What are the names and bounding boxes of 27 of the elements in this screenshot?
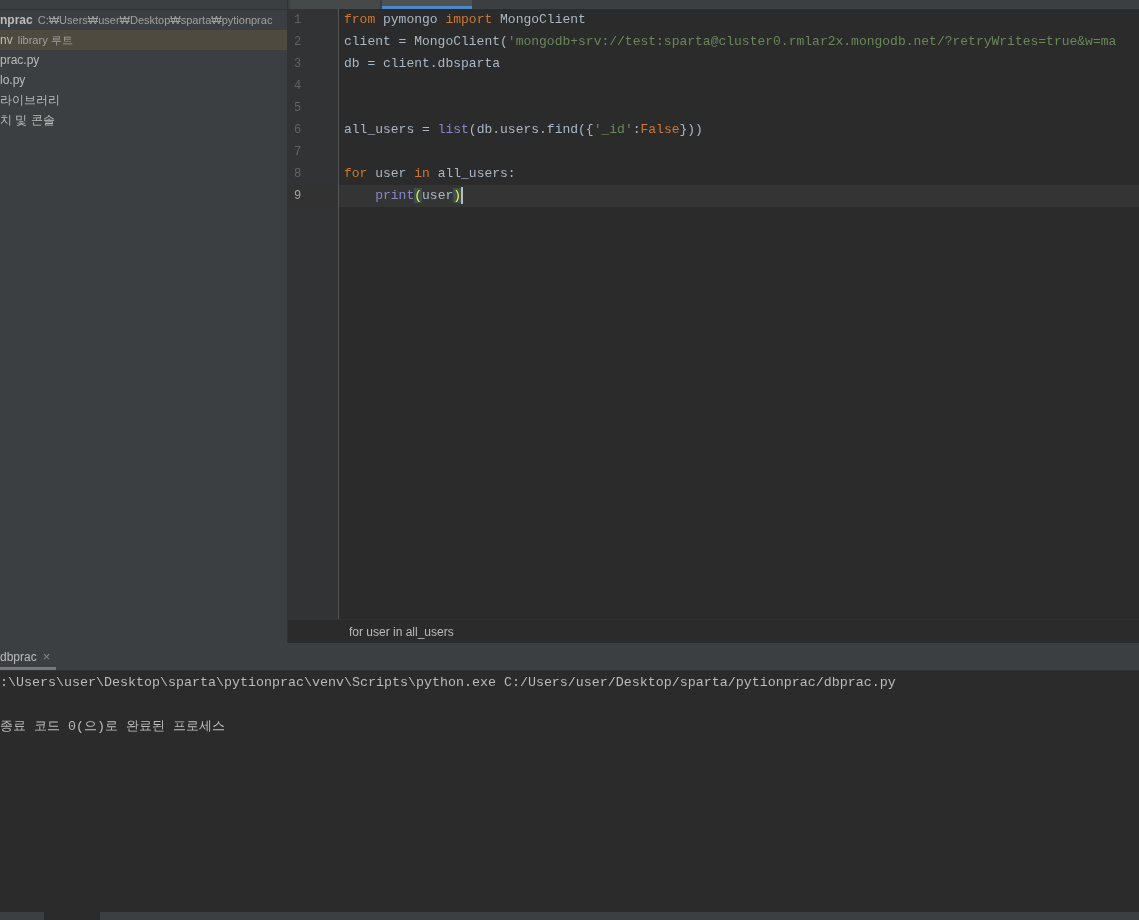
code-line: all_users = list(db.users.find({'_id':False})) [344, 122, 703, 137]
text-caret [461, 187, 464, 205]
code-line: print(user) [374, 188, 462, 203]
code-line: db = client.dbsparta [344, 56, 501, 71]
tree-label: nv [0, 33, 13, 47]
tree-row[interactable]: nprac C:₩Users₩user₩Desktop₩sparta₩pytionprac [0, 10, 287, 30]
code-line: from pymongo import MongoClient [344, 12, 586, 27]
close-icon[interactable]: × [42, 646, 51, 667]
tree-label: 라이브러리 [0, 93, 60, 107]
tree-row[interactable]: nv library 루트 [0, 30, 287, 50]
root-note: library 루트 [17, 34, 73, 46]
editor-tab[interactable] [382, 0, 472, 9]
tree-row[interactable]: 라이브러리 [0, 90, 287, 110]
tree-row[interactable]: 치 및 콘솔 [0, 110, 287, 130]
tree-row[interactable]: lo.py [0, 70, 287, 90]
tree-label: 치 및 콘솔 [0, 113, 55, 127]
editor-tab[interactable] [290, 0, 380, 9]
code-line: client = MongoClient('mongodb+srv://test:sparta@cluster0.rmlar2x.mongodb.net/?retryWrites=true&w=ma [344, 34, 1117, 49]
run-tab[interactable]: dbprac × [0, 646, 57, 670]
code-line: for user in all_users: [344, 166, 516, 181]
tree-row[interactable]: prac.py [0, 50, 287, 70]
console-line: 종료 코드 0(으)로 완료된 프로세스 [0, 718, 226, 736]
path-text: C:₩Users₩user₩Desktop₩sparta₩pytionprac [37, 14, 273, 26]
tree-label: lo.py [0, 73, 26, 87]
console-line: :\Users\user\Desktop\sparta\pytionprac\venv\Scripts\python.exe C:/Users/user/Desktop/sparta/pytionprac/dbprac.py [0, 674, 897, 692]
tree-label: prac.py [0, 53, 40, 67]
tree-label: nprac [0, 13, 33, 27]
